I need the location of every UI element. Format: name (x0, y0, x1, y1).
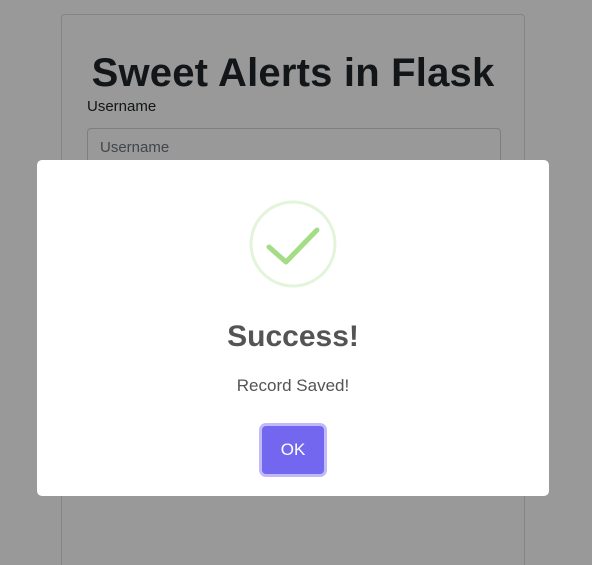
dialog-message: Record Saved! (236, 376, 350, 395)
page: Sweet Alerts in Flask Username Success! … (0, 0, 592, 565)
ok-button[interactable]: OK (262, 426, 324, 474)
dialog-title: Success! (227, 320, 359, 353)
success-check-icon (249, 200, 337, 288)
success-dialog: Success! Record Saved! OK (37, 160, 549, 496)
